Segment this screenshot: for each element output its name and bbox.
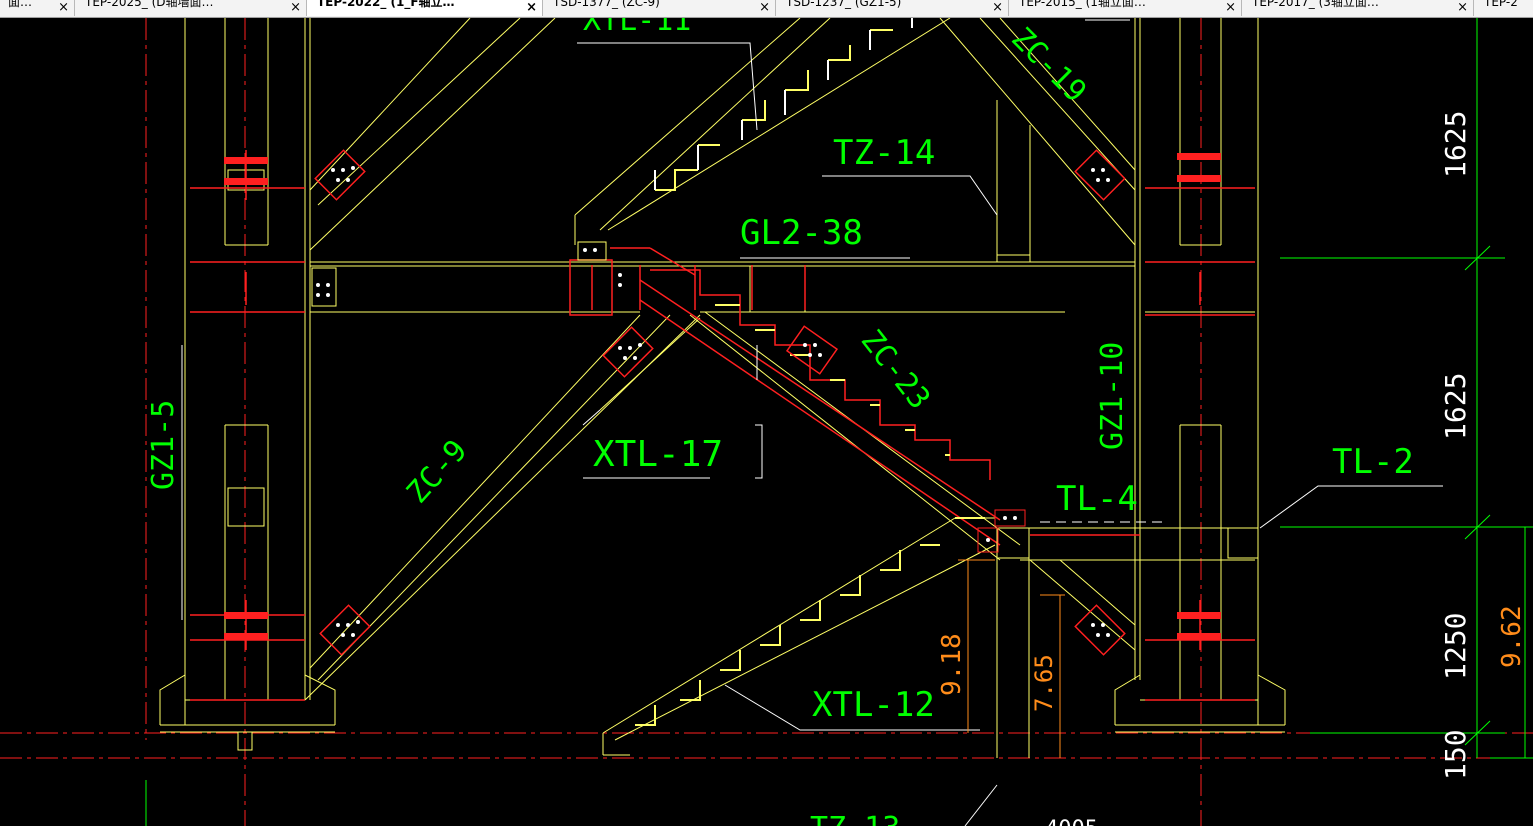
- tab-2-label: TEP-2022_ (1_F轴立…: [317, 0, 455, 9]
- close-icon[interactable]: ×: [1457, 1, 1468, 14]
- tab-2[interactable]: TEP-2022_ (1_F轴立… ×: [307, 0, 543, 16]
- label-gz1-10: GZ1-10: [1095, 342, 1130, 450]
- close-icon[interactable]: ×: [58, 1, 69, 14]
- tab-7[interactable]: TEP-2: [1474, 0, 1533, 16]
- label-xtl-17: XTL-17: [593, 434, 723, 475]
- tab-5-label: TEP-2015_ (1轴立面…: [1019, 0, 1146, 9]
- close-icon[interactable]: ×: [759, 1, 770, 14]
- tab-0[interactable]: 面… ×: [0, 0, 75, 16]
- dim-1625-upper: 1625: [1439, 111, 1472, 178]
- tab-4-label: TSD-1237_ (GZ1-5): [786, 0, 902, 9]
- dim-150: 150: [1439, 729, 1472, 780]
- label-tz-14: TZ-14: [833, 133, 935, 173]
- close-icon[interactable]: ×: [526, 1, 537, 14]
- drawing-svg: XTL-11 ZC-19 TZ-14 GL2-38 ZC-23 GZ1-10 G…: [0, 18, 1533, 826]
- tab-1-label: TEP-2025_ (D轴墙面…: [85, 0, 214, 9]
- dim-1625-lower: 1625: [1439, 373, 1472, 440]
- tab-1[interactable]: TEP-2025_ (D轴墙面… ×: [75, 0, 307, 16]
- close-icon[interactable]: ×: [290, 1, 301, 14]
- close-icon[interactable]: ×: [1225, 1, 1236, 14]
- label-tl-4: TL-4: [1056, 479, 1138, 519]
- tab-7-label: TEP-2: [1484, 0, 1518, 9]
- label-gz1-5: GZ1-5: [146, 400, 181, 490]
- tab-3[interactable]: TSD-1377_ (ZC-9) ×: [543, 0, 776, 16]
- cad-drawing-canvas[interactable]: XTL-11 ZC-19 TZ-14 GL2-38 ZC-23 GZ1-10 G…: [0, 18, 1533, 826]
- level-7-65: 7.65: [1030, 654, 1058, 712]
- level-9-62: 9.62: [1497, 605, 1527, 668]
- label-bottom-number: 4005: [1045, 817, 1098, 826]
- tab-3-label: TSD-1377_ (ZC-9): [553, 0, 660, 9]
- tab-0-label: 面…: [8, 0, 33, 9]
- document-tab-bar: 面… × TEP-2025_ (D轴墙面… × TEP-2022_ (1_F轴立…: [0, 0, 1533, 18]
- label-xtl-12: XTL-12: [812, 685, 935, 725]
- label-tz-13: TZ-13: [810, 811, 900, 826]
- tab-6[interactable]: TEP-2017_ (3轴立面… ×: [1242, 0, 1474, 16]
- level-9-18: 9.18: [937, 633, 967, 696]
- tab-4[interactable]: TSD-1237_ (GZ1-5) ×: [776, 0, 1009, 16]
- close-icon[interactable]: ×: [992, 1, 1003, 14]
- dim-1250: 1250: [1439, 613, 1472, 680]
- tab-6-label: TEP-2017_ (3轴立面…: [1252, 0, 1379, 9]
- tab-5[interactable]: TEP-2015_ (1轴立面… ×: [1009, 0, 1242, 16]
- label-xtl-11: XTL-11: [583, 18, 691, 38]
- label-gl2-38: GL2-38: [740, 213, 863, 253]
- label-tl-2: TL-2: [1332, 442, 1414, 482]
